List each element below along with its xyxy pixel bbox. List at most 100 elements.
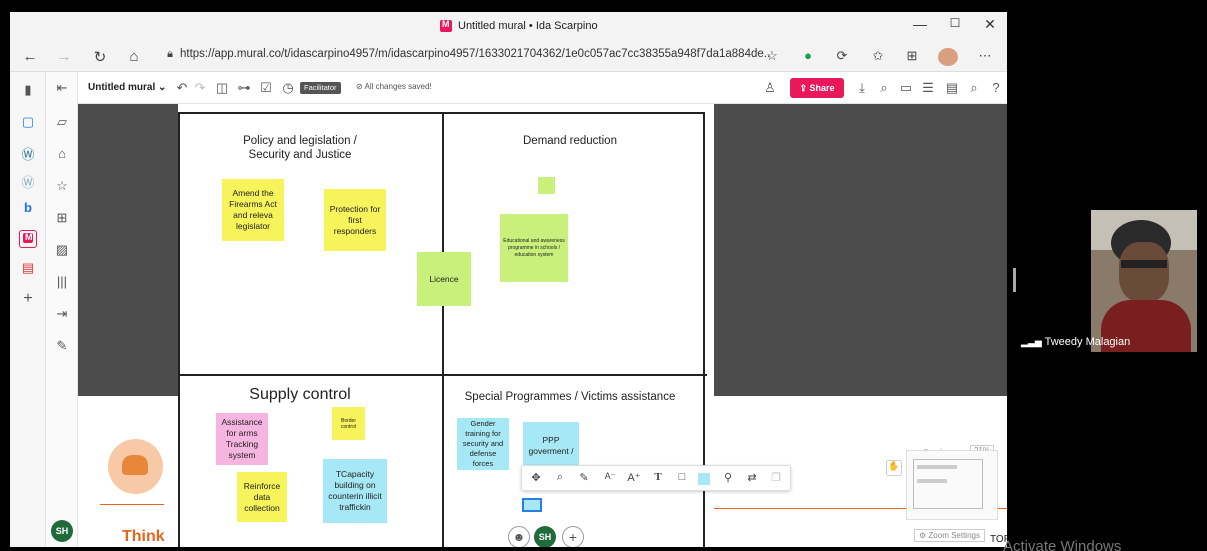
browser-window: Untitled mural • Ida Scarpino — ☐ ✕ ← → … — [10, 12, 1007, 547]
think-text: Think indivic — [122, 528, 165, 545]
library-icon[interactable]: ||| — [53, 274, 71, 292]
search-icon[interactable]: ⌕ — [966, 80, 982, 96]
sticky-note[interactable]: Amend the Firearms Act and releva legisl… — [222, 179, 284, 241]
mural-name[interactable]: Untitled mural ⌄ — [88, 82, 166, 93]
sticky-note[interactable]: Protection for first responders — [324, 189, 386, 251]
import-icon[interactable]: ⇥ — [53, 306, 71, 324]
collapse-panel-icon[interactable]: ⇤ — [53, 80, 71, 98]
shape-icon[interactable]: □ — [674, 471, 690, 483]
quadrant-title-special[interactable]: Special Programmes / Victims assistance — [450, 390, 690, 404]
profile-avatar[interactable] — [938, 48, 958, 66]
timer-icon[interactable]: ◷ — [280, 80, 296, 96]
sidebar-app-icon[interactable]: ▢ — [19, 114, 37, 132]
mural-logo-icon — [440, 19, 452, 32]
sticky-note[interactable]: Assistance for arms Tracking system — [216, 413, 268, 465]
activity-icon[interactable]: ⌕ — [876, 80, 892, 96]
add-tab-icon[interactable]: + — [19, 290, 37, 308]
home-icon[interactable]: ⌂ — [124, 48, 144, 65]
sticky-note[interactable]: Educational and awareness programme in s… — [500, 214, 568, 282]
activate-windows-watermark: Activate Windows — [1003, 538, 1122, 551]
divider-horizontal — [180, 374, 707, 376]
voting-icon[interactable]: ☑ — [258, 80, 274, 96]
saved-status: ⊘ All changes saved! — [356, 82, 432, 91]
bing-icon[interactable]: b — [19, 200, 37, 218]
sticky-note[interactable]: Gender training for security and defense… — [457, 418, 509, 470]
zoom-settings-button[interactable]: ⚙ Zoom Settings — [914, 529, 985, 542]
sticky-note-icon[interactable]: ▱ — [53, 114, 71, 132]
duplicate-icon[interactable]: ❐ — [768, 471, 784, 484]
close-button[interactable]: ✕ — [975, 16, 1005, 36]
mural-toolbar: Untitled mural ⌄ ↶ ↷ ◫ ⊶ ☑ ◷ Facilitator… — [78, 72, 1007, 104]
quadrant-title-policy[interactable]: Policy and legislation / Security and Ju… — [200, 134, 400, 162]
summary-icon[interactable]: ▤ — [944, 80, 960, 96]
sticky-note[interactable]: TCapacity building on counterin illicit … — [323, 459, 387, 523]
url-field[interactable]: https://app.mural.co/t/idascarpino4957/m… — [180, 48, 770, 60]
dark-area-right — [714, 104, 1007, 396]
templates-icon[interactable]: ⌂ — [53, 146, 71, 164]
quadrant-title-supply[interactable]: Supply control — [210, 387, 390, 403]
favorites-icon[interactable]: ✩ — [868, 48, 888, 66]
dark-area-left — [78, 104, 178, 396]
font-increase-icon[interactable]: A⁺ — [626, 471, 642, 484]
grammarly-icon[interactable]: ● — [798, 48, 818, 66]
back-icon[interactable]: ← — [20, 48, 40, 65]
selected-sticky-note[interactable] — [522, 498, 542, 512]
forward-icon[interactable]: → — [54, 48, 74, 65]
text-format-icon[interactable]: T — [650, 471, 666, 483]
color-swatch[interactable] — [698, 473, 710, 485]
resize-handle[interactable] — [1013, 268, 1016, 292]
wordpress-icon[interactable]: Ⓦ — [19, 144, 37, 162]
sticky-note[interactable] — [538, 177, 555, 194]
hand-tool-icon[interactable]: ✋ — [886, 460, 902, 476]
draw-icon[interactable]: ✎ — [53, 338, 71, 356]
mural-tool-sidebar: ⇤ ▱ ⌂ ☆ ⊞ ▨ ||| ⇥ ✎ SH — [46, 72, 78, 547]
minimap[interactable] — [906, 450, 998, 520]
title-bar: Untitled mural • Ida Scarpino — ☐ ✕ — [10, 12, 1007, 42]
download-icon[interactable]: ⤓ — [854, 80, 870, 96]
glasses — [1121, 260, 1167, 268]
frameworks-icon[interactable]: ⊞ — [53, 210, 71, 228]
maximize-button[interactable]: ☐ — [940, 16, 970, 36]
outline-icon[interactable]: ◫ — [214, 80, 230, 96]
reaction-icon[interactable]: ☻ — [508, 526, 530, 547]
focus-icon[interactable]: ⌕ — [552, 471, 568, 484]
favorite-add-icon[interactable]: ☆ — [762, 48, 782, 66]
tab-actions-icon[interactable]: ▮ — [19, 82, 37, 100]
undo-icon[interactable]: ↶ — [174, 80, 190, 96]
minimize-button[interactable]: — — [905, 16, 935, 36]
sticky-note[interactable]: Licence — [417, 252, 471, 306]
collaborators-icon[interactable]: ♙ — [762, 80, 778, 96]
add-icon[interactable]: + — [562, 526, 584, 547]
collections-icon[interactable]: ⊞ — [902, 48, 922, 66]
signal-icon: ▂▃▅ — [1021, 337, 1042, 347]
font-decrease-icon[interactable]: A⁻ — [602, 471, 618, 482]
link-icon[interactable]: ⚲ — [720, 471, 736, 484]
pdf-icon[interactable]: ▤ — [19, 260, 37, 278]
pencil-icon[interactable]: ✎ — [576, 471, 592, 484]
extension-icon[interactable]: ⟳ — [832, 48, 852, 66]
more-icon[interactable]: ⋯ — [975, 48, 995, 66]
wordpress-2-icon[interactable]: Ⓦ — [19, 172, 37, 190]
mural-tab-icon[interactable] — [19, 230, 37, 248]
images-icon[interactable]: ▨ — [53, 242, 71, 260]
help-icon[interactable]: ? — [988, 80, 1004, 95]
lock-icon[interactable]: 🔒︎ — [160, 48, 180, 61]
facilitator-badge[interactable]: Facilitator — [300, 82, 341, 94]
address-bar: ← → ↻ ⌂ 🔒︎ https://app.mural.co/t/idasca… — [10, 42, 1007, 72]
sticky-note[interactable]: Reinforce data collection — [237, 472, 287, 522]
move-icon[interactable]: ✥ — [528, 471, 544, 484]
refresh-icon[interactable]: ↻ — [90, 48, 110, 66]
swap-icon[interactable]: ⇄ — [744, 471, 760, 484]
share-button[interactable]: ⇪ Share — [790, 78, 844, 98]
redo-icon[interactable]: ↷ — [192, 80, 208, 96]
sitemap-icon[interactable]: ⊶ — [236, 80, 252, 96]
chat-icon[interactable]: ☰ — [920, 80, 936, 96]
icons-icon[interactable]: ☆ — [53, 178, 71, 196]
sticky-note[interactable]: PPP goverment / — [523, 422, 579, 470]
quadrant-title-demand[interactable]: Demand reduction — [470, 134, 670, 148]
user-avatar[interactable]: SH — [51, 520, 73, 542]
sticky-note[interactable]: Border control — [332, 407, 365, 440]
comments-icon[interactable]: ▭ — [898, 80, 914, 96]
browser-sidebar: ▮ ▢ Ⓦ Ⓦ b ▤ + — [10, 72, 46, 547]
mural-canvas[interactable]: Think indivic Policy and legislation / S… — [78, 104, 1007, 547]
